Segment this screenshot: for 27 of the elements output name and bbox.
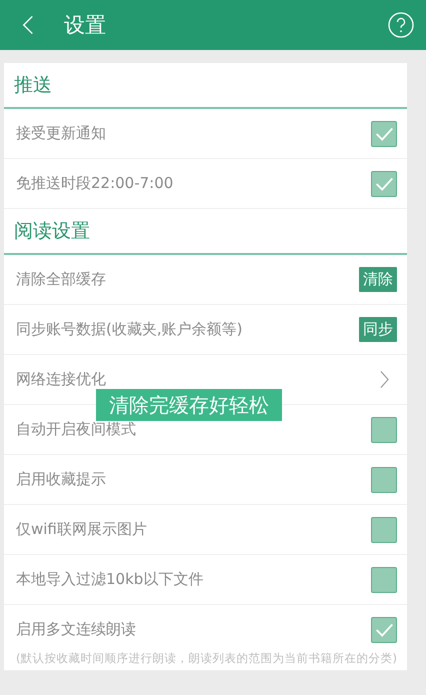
page-title: 设置 [64,12,107,39]
action-button[interactable]: 同步 [359,317,397,342]
checkbox[interactable] [371,120,397,146]
section-heading: 阅读设置 [4,209,407,255]
setting-label: 同步账号数据(收藏夹,账户余额等) [16,320,242,339]
checkbox[interactable] [371,416,397,442]
action-button[interactable]: 清除 [359,267,397,292]
toast-message: 清除完缓存好轻松 [96,389,282,421]
checkbox[interactable] [371,466,397,492]
section-heading: 推送 [4,63,407,109]
help-icon[interactable] [388,12,414,38]
setting-label: 接受更新通知 [16,124,106,143]
setting-label: 自动开启夜间模式 [16,420,136,439]
setting-label: 仅wifi联网展示图片 [16,520,147,539]
setting-label: 免推送时段22:00-7:00 [16,174,174,193]
setting-label: 启用多文连续朗读 [16,620,136,639]
setting-label: 网络连接优化 [16,370,106,389]
setting-label: 启用收藏提示 [16,470,106,489]
checkbox[interactable] [371,170,397,196]
checkbox[interactable] [371,616,397,642]
setting-label: 清除全部缓存 [16,270,106,289]
setting-label: 本地导入过滤10kb以下文件 [16,570,204,589]
back-icon[interactable] [22,14,34,36]
checkbox[interactable] [371,516,397,542]
chevron-right-icon[interactable] [380,370,389,389]
setting-note: (默认按收藏时间顺序进行朗读，朗读列表的范围为当前书籍所在的分类) [16,650,397,667]
checkbox[interactable] [371,566,397,592]
